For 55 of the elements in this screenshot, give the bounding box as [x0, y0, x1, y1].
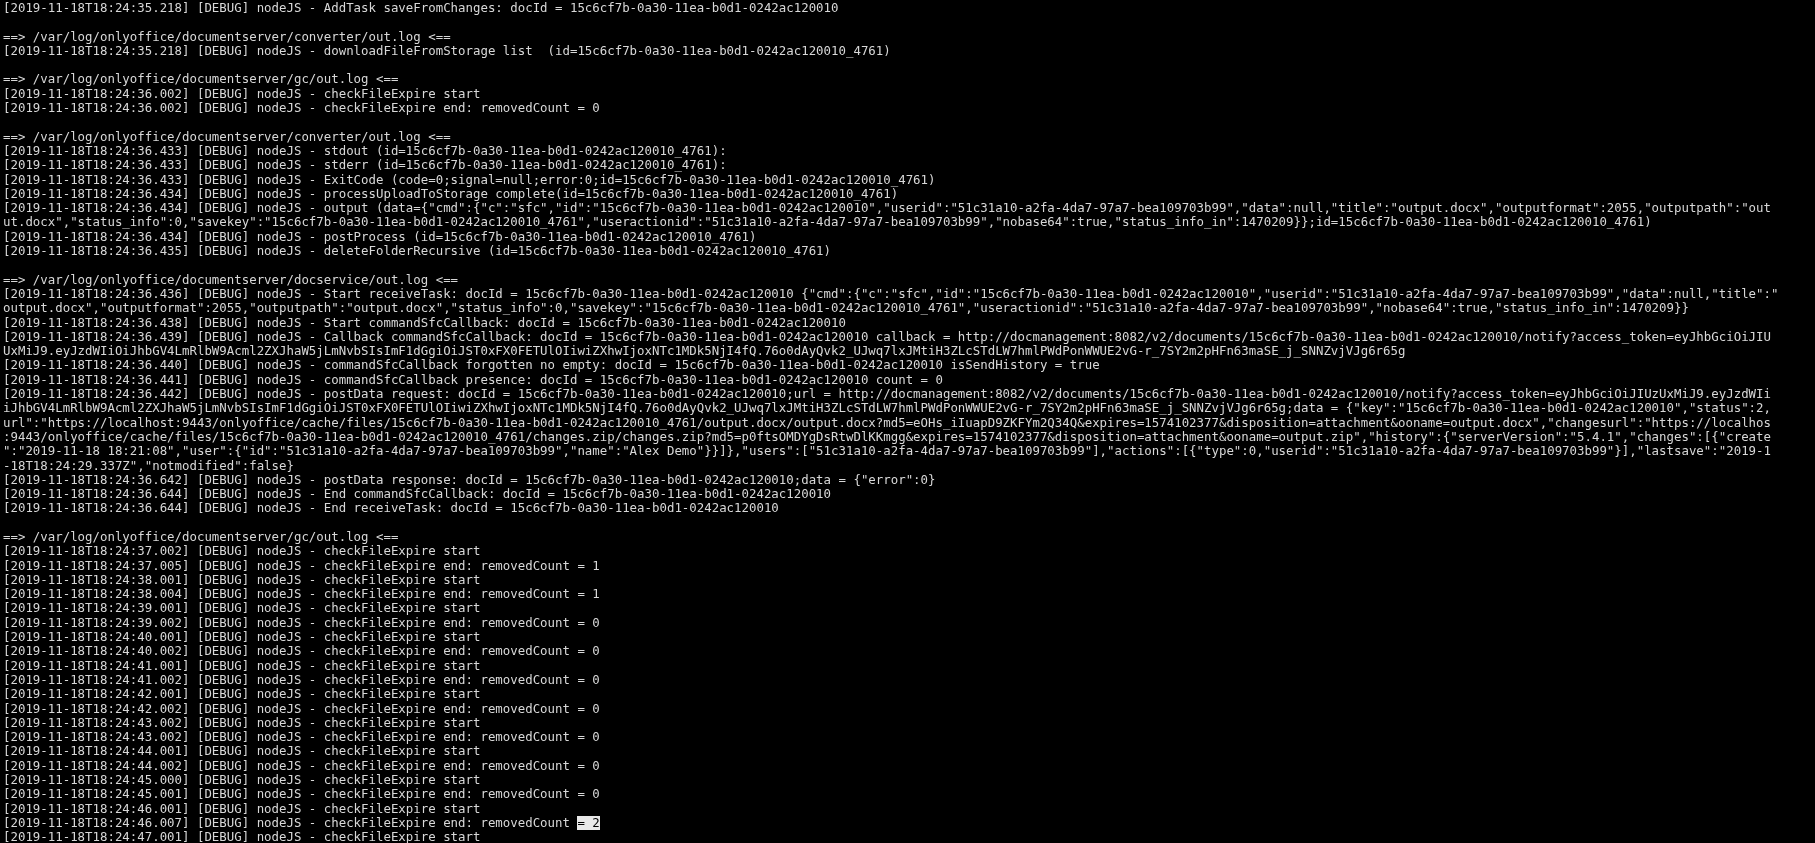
log-line: [2019-11-18T18:24:41.001] [DEBUG] nodeJS - checkFileExpire start [3, 658, 481, 673]
log-line-continuation: iJhbGV4LmRlbW9Acml2ZXJhaW5jLmNvbSIsImF1dGgiOiJST0xFX0FETUlOIiwiZXhwIjoxNTc1MDk5NjI4fQ.76o0dAyQvk2_UJwq7lxJMtiH3ZLcSTdLW7hmlPWdPonWWUE2vG-r_7SY2m2pHFn63maSE_j_SNNZvjVJg6r65g;data = {"key":"15c6cf7b-0a30-11ea-b0d1-0242ac120010","status":2, [3, 401, 1771, 416]
log-line: [2019-11-18T18:24:36.435] [DEBUG] nodeJS - deleteFolderRecursive (id=15c6cf7b-0a30-11ea-b0d1-0242ac120010_4761) [3, 244, 832, 259]
log-line: [2019-11-18T18:24:36.434] [DEBUG] nodeJS - processUploadToStorage complete(id=15c6cf7b-0a30-11ea-b0d1-0242ac120010_4761) [3, 186, 899, 202]
log-line: [2019-11-18T18:24:38.004] [DEBUG] nodeJS - checkFileExpire end: removedCount = 1 [3, 587, 600, 602]
log-line: [2019-11-18T18:24:36.434] [DEBUG] nodeJS - postProcess (id=15c6cf7b-0a30-11ea-b0d1-0242ac120010_4761) [3, 229, 757, 245]
log-line: [2019-11-18T18:24:37.002] [DEBUG] nodeJS - checkFileExpire start [3, 544, 481, 559]
log-line: [2019-11-18T18:24:46.001] [DEBUG] nodeJS - checkFileExpire start [3, 801, 481, 816]
log-file-header: ==> /var/log/onlyoffice/documentserver/converter/out.log <== [3, 29, 451, 44]
log-line: [2019-11-18T18:24:36.644] [DEBUG] nodeJS - End receiveTask: docId = 15c6cf7b-0a30-11ea-b0d1-0242ac120010 [3, 501, 779, 516]
log-line-continuation: output.docx","outputformat":2055,"outputpath":"output.docx","status_info":0,"savekey":"15c6cf7b-0a30-11ea-b0d1-0242ac120010_4761","useractionid":"51c31a10-a2fa-4da7-97a7-bea109703b99","nobase64":true,"status_info_in":1470209}} [3, 301, 1689, 316]
log-line-continuation: :9443/onlyoffice/cache/files/15c6cf7b-0a30-11ea-b0d1-0242ac120010_4761/changes.zip/changes.zip?md5=p0ftsOMDYgDsRtwDlKKmgg&expires=1574102377&disposition=attachment&ooname=output.zip","history":{"serverVersion":"5.4.1","changes":[{"create [3, 429, 1771, 445]
log-line-continuation: UxMiJ9.eyJzdWIiOiJhbGV4LmRlbW9Acml2ZXJhaW5jLmNvbSIsImF1dGgiOiJST0xFX0FETUlOIiwiZXhwIjoxNTc1MDk5NjI4fQ.76o0dAyQvk2_UJwq7lxJMtiH3ZLcSTdLW7hmlPWdPonWWUE2vG-r_7SY2m2pHFn63maSE_j_SNNZvjVJg6r65g [3, 344, 1406, 359]
log-line: [2019-11-18T18:24:36.433] [DEBUG] nodeJS - stderr (id=15c6cf7b-0a30-11ea-b0d1-0242ac120010_4761): [3, 158, 727, 173]
log-line: [2019-11-18T18:24:35.218] [DEBUG] nodeJS - AddTask saveFromChanges: docId = 15c6cf7b-0a30-11ea-b0d1-0242ac120010 [3, 1, 839, 16]
log-line: [2019-11-18T18:24:36.433] [DEBUG] nodeJS - ExitCode (code=0;signal=null;error:0;id=15c6cf7b-0a30-11ea-b0d1-0242ac120010_4761) [3, 172, 936, 187]
log-line: [2019-11-18T18:24:36.002] [DEBUG] nodeJS - checkFileExpire start [3, 86, 481, 102]
log-line: [2019-11-18T18:24:37.005] [DEBUG] nodeJS - checkFileExpire end: removedCount = 1 [3, 558, 600, 573]
log-line: [2019-11-18T18:24:35.218] [DEBUG] nodeJS - downloadFileFromStorage list (id=15c6cf7b-0a30-11ea-b0d1-0242ac120010_4761) [3, 43, 891, 59]
log-line: [2019-11-18T18:24:36.438] [DEBUG] nodeJS - Start commandSfcCallback: docId = 15c6cf7b-0a30-11ea-b0d1-0242ac120010 [3, 315, 846, 330]
log-line: [2019-11-18T18:24:40.001] [DEBUG] nodeJS - checkFileExpire start [3, 630, 481, 645]
log-line-continuation: -18T18:24:29.337Z","notmodified":false} [3, 458, 294, 473]
log-line-continuation: ":"2019-11-18 18:21:08","user":{"id":"51c31a10-a2fa-4da7-97a7-bea109703b99","name":"Alex Demo"}}]},"users":["51c31a10-a2fa-4da7-97a7-bea109703b99"],"actions":[{"type":0,"userid":"51c31a10-a2fa-4da7-97a7-bea109703b99"}],"lastsave":"2019-1 [3, 444, 1771, 459]
log-line: [2019-11-18T18:24:36.642] [DEBUG] nodeJS - postData response: docId = 15c6cf7b-0a30-11ea-b0d1-0242ac120010;data = {"error":0} [3, 472, 936, 488]
log-line: [2019-11-18T18:24:47.001] [DEBUG] nodeJS - checkFileExpire start [3, 830, 481, 843]
log-line: [2019-11-18T18:24:44.002] [DEBUG] nodeJS - checkFileExpire end: removedCount = 0 [3, 758, 600, 774]
log-line: [2019-11-18T18:24:36.439] [DEBUG] nodeJS - Callback commandSfcCallback: docId = 15c6cf7b-0a30-11ea-b0d1-0242ac120010 callback = http://docmanagement:8082/v2/documents/15c6cf7b-0a30-11ea-b0d1-0242ac120010/notify?access_token=eyJhbGciOiJIU [3, 329, 1771, 345]
log-line: [2019-11-18T18:24:44.001] [DEBUG] nodeJS - checkFileExpire start [3, 744, 481, 759]
log-line: [2019-11-18T18:24:43.002] [DEBUG] nodeJS - checkFileExpire start [3, 715, 481, 731]
log-file-header: ==> /var/log/onlyoffice/documentserver/gc/out.log <== [3, 72, 399, 87]
log-line: [2019-11-18T18:24:36.002] [DEBUG] nodeJS - checkFileExpire end: removedCount = 0 [3, 101, 600, 116]
log-line: [2019-11-18T18:24:39.001] [DEBUG] nodeJS - checkFileExpire start [3, 601, 481, 616]
selected-text: = 2 [577, 815, 600, 831]
log-file-header: ==> /var/log/onlyoffice/documentserver/gc/out.log <== [3, 530, 399, 545]
log-line: [2019-11-18T18:24:36.433] [DEBUG] nodeJS - stdout (id=15c6cf7b-0a30-11ea-b0d1-0242ac120010_4761): [3, 143, 727, 159]
log-line: [2019-11-18T18:24:43.002] [DEBUG] nodeJS - checkFileExpire end: removedCount = 0 [3, 730, 600, 745]
log-file-header: ==> /var/log/onlyoffice/documentserver/docservice/out.log <== [3, 272, 459, 287]
log-line: [2019-11-18T18:24:36.440] [DEBUG] nodeJS - commandSfcCallback forgotten no empty: docId = 15c6cf7b-0a30-11ea-b0d1-0242ac120010 isSendHistory = true [3, 358, 1100, 373]
log-line: [2019-11-18T18:24:36.442] [DEBUG] nodeJS - postData request: docId = 15c6cf7b-0a30-11ea-b0d1-0242ac120010;url = http://docmanagement:8082/v2/documents/15c6cf7b-0a30-11ea-b0d1-0242ac120010/notify?access_token=eyJhbGciOiJIUzUxMiJ9.eyJzdWIi [3, 387, 1771, 402]
log-line: [2019-11-18T18:24:36.436] [DEBUG] nodeJS - Start receiveTask: docId = 15c6cf7b-0a30-11ea-b0d1-0242ac120010 {"cmd":{"c":"sfc","id":"15c6cf7b-0a30-11ea-b0d1-0242ac120010","userid":"51c31a10-a2fa-4da7-97a7-bea109703b99","data":null,"title":" [3, 286, 1779, 302]
log-file-header: ==> /var/log/onlyoffice/documentserver/converter/out.log <== [3, 129, 451, 144]
log-line: [2019-11-18T18:24:36.644] [DEBUG] nodeJS - End commandSfcCallback: docId = 15c6cf7b-0a30-11ea-b0d1-0242ac120010 [3, 487, 832, 502]
log-line: [2019-11-18T18:24:36.441] [DEBUG] nodeJS - commandSfcCallback presence: docId = 15c6cf7b-0a30-11ea-b0d1-0242ac120010 count = 0 [3, 372, 943, 387]
log-line: [2019-11-18T18:24:42.002] [DEBUG] nodeJS - checkFileExpire end: removedCount = 0 [3, 701, 600, 716]
log-line-continuation: url":"https://localhost:9443/onlyoffice/cache/files/15c6cf7b-0a30-11ea-b0d1-0242ac120010_4761/output.docx/output.docx?md5=eOHs_iIuapD9ZKFYm2Q34Q&expires=1574102377&disposition=attachment&ooname=output.docx","changesurl":"https://localhos [3, 415, 1771, 430]
log-line: [2019-11-18T18:24:39.002] [DEBUG] nodeJS - checkFileExpire end: removedCount = 0 [3, 615, 600, 631]
log-line: [2019-11-18T18:24:42.001] [DEBUG] nodeJS - checkFileExpire start [3, 687, 481, 702]
log-line: [2019-11-18T18:24:38.001] [DEBUG] nodeJS - checkFileExpire start [3, 572, 481, 588]
log-line: [2019-11-18T18:24:46.007] [DEBUG] nodeJS - checkFileExpire end: removedCount [3, 815, 571, 831]
log-line: [2019-11-18T18:24:41.002] [DEBUG] nodeJS - checkFileExpire end: removedCount = 0 [3, 672, 600, 688]
log-line: [2019-11-18T18:24:36.434] [DEBUG] nodeJS - output (data={"cmd":{"c":"sfc","id":"15c6cf7b-0a30-11ea-b0d1-0242ac120010","userid":"51c31a10-a2fa-4da7-97a7-bea109703b99","data":null,"title":"output.docx","outputformat":2055,"outputpath":"out [3, 201, 1771, 216]
log-line: [2019-11-18T18:24:45.001] [DEBUG] nodeJS - checkFileExpire end: removedCount = 0 [3, 787, 600, 802]
log-line-continuation: ut.docx","status_info":0,"savekey":"15c6cf7b-0a30-11ea-b0d1-0242ac120010_4761","useractionid":"51c31a10-a2fa-4da7-97a7-bea109703b99","nobase64":true,"status_info_in":1470209}};id=15c6cf7b-0a30-11ea-b0d1-0242ac120010_4761) [3, 215, 1652, 230]
log-line: [2019-11-18T18:24:45.000] [DEBUG] nodeJS - checkFileExpire start [3, 773, 481, 788]
log-line: [2019-11-18T18:24:40.002] [DEBUG] nodeJS - checkFileExpire end: removedCount = 0 [3, 644, 600, 659]
